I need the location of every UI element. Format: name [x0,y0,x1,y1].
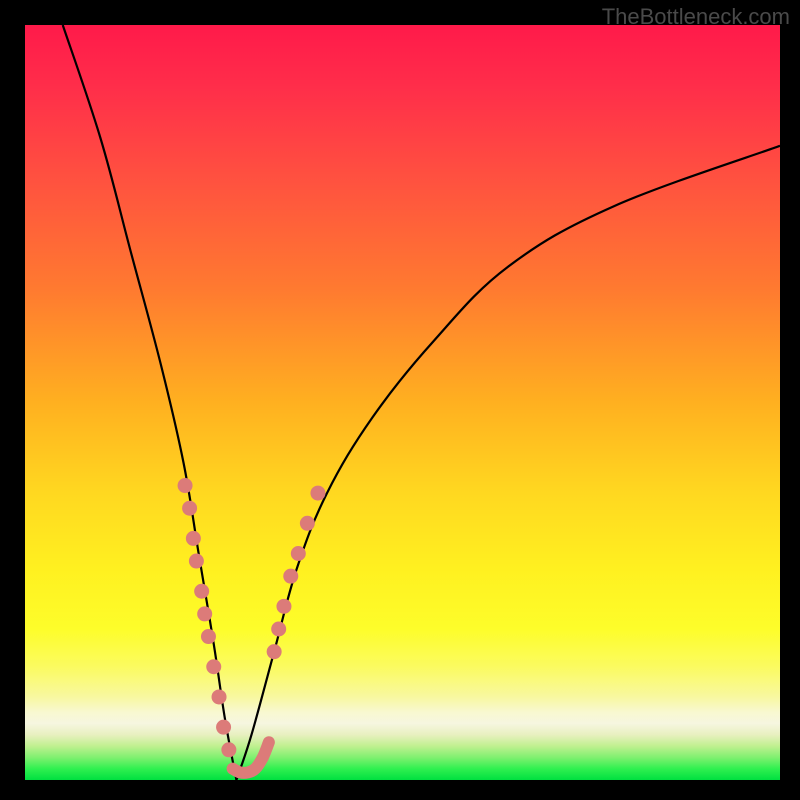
highlight-dot [186,531,201,546]
highlight-dot [283,569,298,584]
highlight-dot [271,622,286,637]
chart-container: TheBottleneck.com [0,0,800,800]
highlight-dots-right [267,486,326,660]
right-curve [236,146,780,780]
highlight-dot [189,554,204,569]
highlight-dot [300,516,315,531]
highlight-dot [291,546,306,561]
highlight-dot [197,606,212,621]
highlight-dot [182,501,197,516]
highlight-dot [310,486,325,501]
highlight-dots-left [178,478,237,757]
highlight-dot [216,720,231,735]
highlight-dot [267,644,282,659]
highlight-dot [206,659,221,674]
highlight-dot [212,689,227,704]
highlight-dot [276,599,291,614]
watermark-text: TheBottleneck.com [602,4,790,30]
highlight-dot [201,629,216,644]
highlight-dot [221,742,236,757]
highlight-dot [178,478,193,493]
highlight-dot [194,584,209,599]
plot-area [25,25,780,780]
bottom-dot-run [233,742,269,773]
curve-svg [25,25,780,780]
